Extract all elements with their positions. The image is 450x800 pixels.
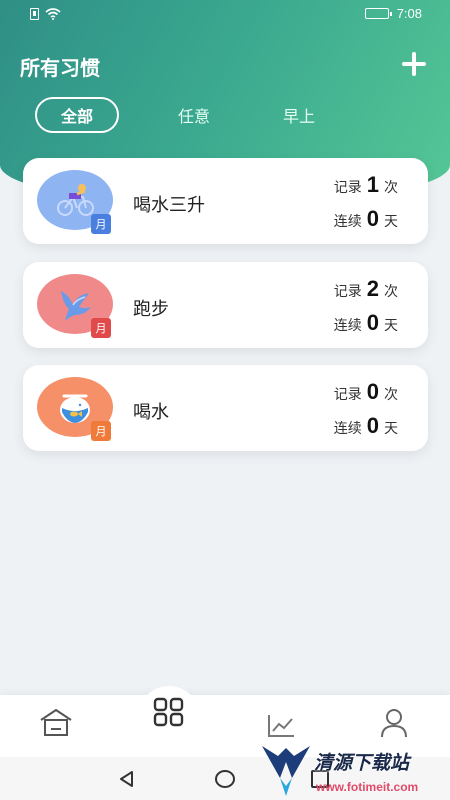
home-circle-icon [215,770,235,788]
home-icon [40,709,72,736]
month-badge: 月 [91,318,111,338]
back-triangle-icon [120,771,133,787]
record-unit: 次 [384,180,398,196]
dove-icon [61,291,91,321]
sim-icon [30,8,39,20]
record-count: 2 [366,276,379,301]
fishbowl-icon [60,394,90,423]
page-title: 所有习惯 [20,56,100,80]
record-unit: 次 [384,284,398,300]
watermark-logo-icon [262,746,310,796]
streak-label: 连续 [333,318,362,334]
watermark-url: www.fotimeit.com [316,780,419,794]
record-count: 0 [366,379,379,404]
nav-stats-button[interactable] [266,713,296,739]
record-label: 记录 [333,387,362,403]
record-label: 记录 [333,180,362,196]
tab-morning[interactable]: 早上 [269,97,329,133]
status-left [30,8,61,20]
filter-tabs: 全部 任意 早上 [35,97,329,133]
chart-icon [268,715,294,737]
nav-habits-button[interactable] [151,697,187,727]
battery-icon [364,8,392,19]
record-stat: 记录 1 次 [334,172,398,198]
watermark-text: 清源下载站 [314,752,410,774]
system-home-button[interactable] [214,769,236,789]
nav-home-button[interactable] [38,707,74,737]
streak-unit: 天 [384,214,398,230]
streak-stat: 连续 0 天 [334,206,398,232]
record-unit: 次 [384,387,398,403]
month-badge: 月 [91,214,111,234]
wifi-icon [45,8,61,20]
status-bar: 7:08 [0,0,450,30]
streak-stat: 连续 0 天 [334,413,398,439]
habit-list: 月 喝水三升 记录 1 次 连续 0 天 月 跑步 记录 2 次 连续 0 天 … [23,158,428,469]
grid-icon [153,697,184,727]
streak-count: 0 [366,310,379,335]
habit-name: 跑步 [133,299,169,320]
streak-label: 连续 [333,214,362,230]
month-badge: 月 [91,421,111,441]
streak-unit: 天 [384,318,398,334]
system-back-button[interactable] [117,769,137,789]
habit-card[interactable]: 月 跑步 记录 2 次 连续 0 天 [23,262,428,348]
habit-name: 喝水三升 [133,195,205,216]
record-count: 1 [366,172,379,197]
streak-count: 0 [366,206,379,231]
tab-all[interactable]: 全部 [35,97,119,133]
nav-profile-button[interactable] [380,708,408,738]
streak-count: 0 [366,413,379,438]
tab-anytime[interactable]: 任意 [154,97,234,133]
status-right: 7:08 [364,6,422,21]
record-stat: 记录 0 次 [334,379,398,405]
record-stat: 记录 2 次 [334,276,398,302]
profile-icon [381,709,407,738]
habit-card[interactable]: 月 喝水 记录 0 次 连续 0 天 [23,365,428,451]
watermark: 清源下载站 www.fotimeit.com [258,742,428,800]
status-time: 7:08 [396,6,422,21]
habit-card[interactable]: 月 喝水三升 记录 1 次 连续 0 天 [23,158,428,244]
streak-unit: 天 [384,421,398,437]
record-label: 记录 [333,284,362,300]
habit-name: 喝水 [133,402,169,423]
cyclist-icon [57,184,94,216]
add-habit-button[interactable] [400,50,428,78]
streak-stat: 连续 0 天 [334,310,398,336]
streak-label: 连续 [333,421,362,437]
